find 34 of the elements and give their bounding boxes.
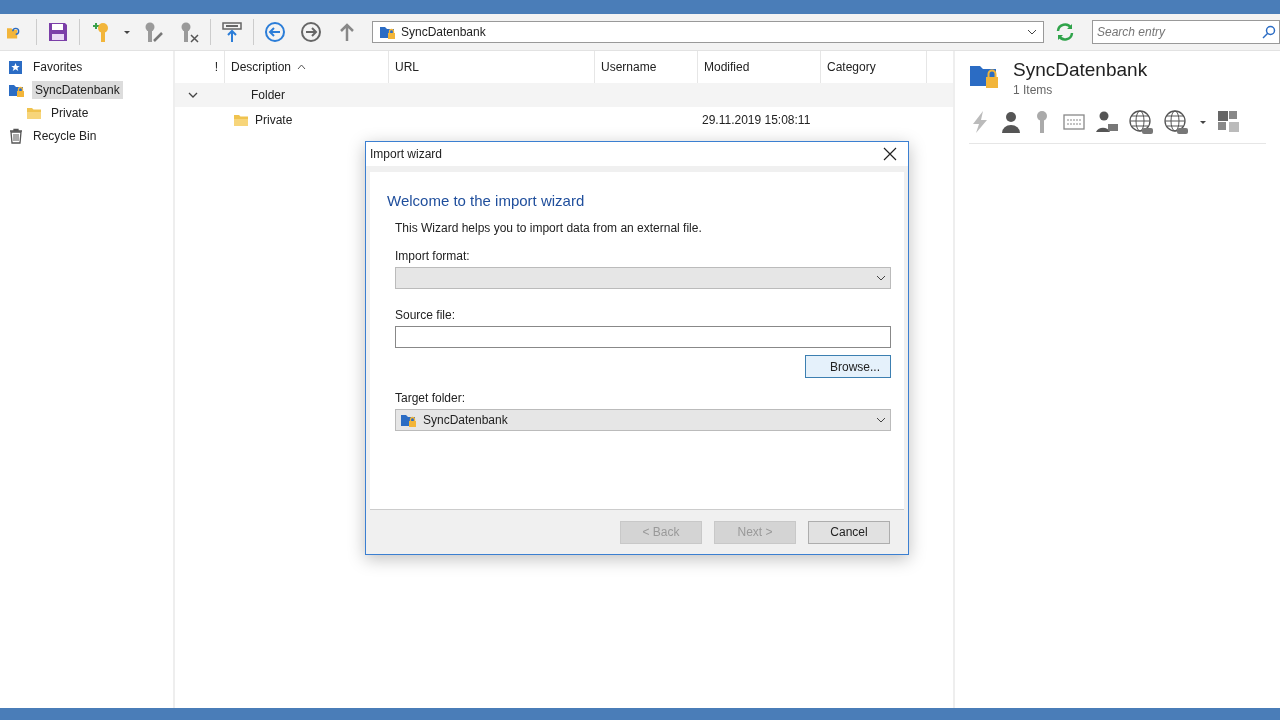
folder-icon xyxy=(233,113,249,127)
table-cell: 29.11.2019 15:08:11 xyxy=(702,113,811,127)
folder-icon xyxy=(26,106,42,120)
field-label: Import format: xyxy=(395,249,471,263)
table-cell: Private xyxy=(255,113,293,127)
input-field[interactable] xyxy=(395,326,891,348)
search-field[interactable]: Search entry xyxy=(1092,20,1280,44)
sidebar-item[interactable]: Private xyxy=(48,104,92,122)
user-card-icon[interactable] xyxy=(1095,110,1119,134)
field-label: Source file: xyxy=(395,308,457,322)
browse-button[interactable]: Browse... xyxy=(805,355,891,378)
intro-text: This Wizard helps you to import data from an external file. xyxy=(395,221,703,235)
chevron-icon xyxy=(876,273,886,283)
chevron-icon xyxy=(876,415,886,425)
dialog-title: Import wizard xyxy=(370,147,443,161)
sidebar-item[interactable]: Favorites xyxy=(30,58,86,76)
chevron-icon xyxy=(1027,27,1037,37)
tiles-icon[interactable] xyxy=(1217,110,1241,134)
search-icon xyxy=(1262,25,1276,39)
location-dropdown[interactable]: SyncDatenbank xyxy=(372,21,1044,43)
group-label: Folder xyxy=(251,88,285,102)
globe-icon[interactable] xyxy=(1128,109,1154,135)
wizard-heading: Welcome to the import wizard xyxy=(387,192,586,209)
globe-icon[interactable] xyxy=(1163,109,1189,135)
details-title: SyncDatenbank xyxy=(1013,59,1148,81)
trash-icon xyxy=(8,128,24,144)
field-label: Target folder: xyxy=(395,391,467,405)
sidebar-item[interactable]: Recycle Bin xyxy=(30,127,100,145)
sidebar-item[interactable]: SyncDatenbank xyxy=(32,81,123,99)
dialog-button[interactable]: Cancel xyxy=(808,520,890,544)
item-count: 1 Items xyxy=(1013,83,1054,97)
user-icon[interactable] xyxy=(1000,110,1022,134)
dropdown[interactable]: SyncDatenbank xyxy=(395,409,891,431)
chevron-icon[interactable] xyxy=(188,90,198,100)
